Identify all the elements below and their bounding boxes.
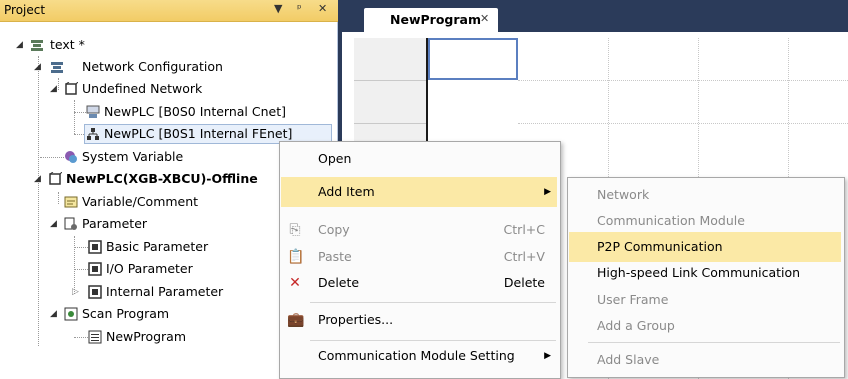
network-cube-icon [65, 82, 78, 95]
paste-icon: 📋 [287, 249, 305, 265]
tree-label: NewProgram [106, 329, 187, 344]
tab-label: NewProgram [390, 12, 481, 27]
submenu-arrow-icon: ▶ [544, 187, 551, 197]
properties-icon: 💼 [287, 312, 305, 328]
plc-icon [49, 172, 62, 185]
menu-item-properties[interactable]: 💼 Properties... [281, 305, 557, 335]
add-item-submenu: Network Communication Module P2P Communi… [567, 177, 845, 378]
menu-item-add-item[interactable]: Add Item ▶ [281, 177, 557, 207]
expand-icon[interactable]: ▷ [72, 281, 79, 303]
dropdown-icon[interactable]: ▼ [274, 2, 282, 15]
basic-parameter-icon [88, 240, 102, 254]
internal-parameter-icon [88, 285, 102, 299]
project-icon [31, 40, 43, 51]
submenu-item-add-slave[interactable]: Add Slave [569, 345, 841, 375]
program-icon [88, 330, 102, 344]
tree-item-plc-cnet[interactable]: NewPLC [B0S0 Internal Cnet] [0, 101, 338, 123]
collapse-icon[interactable]: ◢ [34, 168, 41, 190]
tree-label: Parameter [82, 216, 148, 231]
tree-label: NewPLC(XGB-XBCU)-Offline [66, 171, 258, 186]
tree-item-undefined-network[interactable]: ◢ Undefined Network [0, 78, 338, 100]
selected-cell[interactable] [428, 38, 518, 80]
collapse-icon[interactable]: ◢ [50, 213, 57, 235]
tree-label: Internal Parameter [106, 284, 224, 299]
tree-label: Scan Program [82, 306, 170, 321]
variable-comment-icon [64, 196, 78, 208]
tree-item-root[interactable]: ◢ text * [0, 34, 338, 56]
tab-close-icon[interactable]: ✕ [480, 12, 489, 25]
tree-label: text * [50, 37, 85, 52]
submenu-item-hs-link[interactable]: High-speed Link Communication [569, 258, 841, 288]
tree-label: Variable/Comment [82, 194, 199, 209]
collapse-icon[interactable]: ◢ [34, 56, 41, 78]
scan-program-icon [64, 307, 78, 321]
parameter-icon [64, 217, 77, 230]
fenet-icon [87, 128, 99, 140]
menu-item-open[interactable]: Open [281, 144, 557, 174]
close-icon[interactable]: ✕ [318, 2, 327, 15]
system-variable-icon [65, 151, 77, 163]
menu-item-comm-setting[interactable]: Communication Module Setting ▶ [281, 341, 557, 371]
network-icon [51, 62, 63, 73]
cnet-icon [86, 105, 100, 118]
tree-label: Network Configuration [82, 59, 223, 74]
collapse-icon[interactable]: ◢ [50, 303, 57, 325]
tree-label: I/O Parameter [106, 261, 193, 276]
submenu-arrow-icon: ▶ [544, 351, 551, 361]
tab-newprogram[interactable]: NewProgram ✕ [364, 8, 498, 32]
copy-icon: ⎘ [289, 222, 301, 238]
tree-label: Undefined Network [82, 81, 203, 96]
collapse-icon[interactable]: ◢ [16, 34, 23, 56]
panel-title: Project [4, 3, 46, 17]
pin-icon[interactable]: ᵖ [297, 2, 302, 15]
context-menu: Open Add Item ▶ ⎘ Copy Ctrl+C 📋 Paste Ct… [279, 141, 561, 379]
delete-icon: ✕ [289, 275, 301, 291]
collapse-icon[interactable]: ◢ [50, 78, 57, 100]
tree-label: Basic Parameter [106, 239, 209, 254]
io-parameter-icon [88, 262, 102, 276]
menu-item-copy[interactable]: ⎘ Copy Ctrl+C [281, 215, 557, 245]
tree-item-network-configuration[interactable]: ◢ Network Configuration [0, 56, 338, 78]
submenu-item-add-group[interactable]: Add a Group [569, 311, 841, 341]
tree-label: NewPLC [B0S1 Internal FEnet] [104, 126, 293, 141]
project-panel-header: Project ▼ ᵖ ✕ [0, 0, 338, 22]
menu-item-delete[interactable]: ✕ Delete Delete [281, 268, 557, 298]
tree-label: System Variable [82, 149, 184, 164]
tree-label: NewPLC [B0S0 Internal Cnet] [104, 104, 287, 119]
